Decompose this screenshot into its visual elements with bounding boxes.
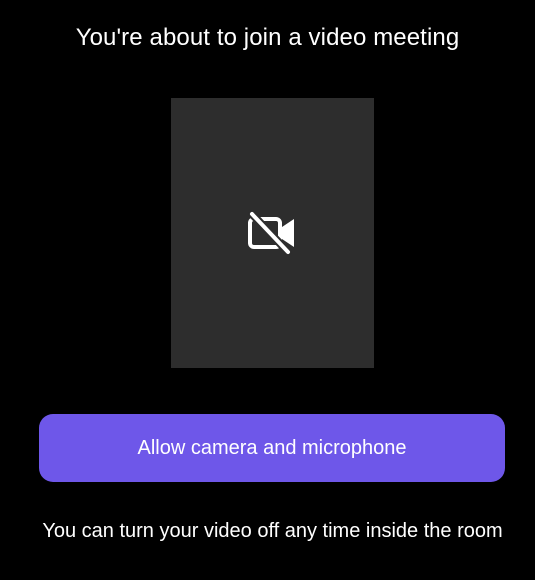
video-off-hint: You can turn your video off any time ins… (42, 520, 503, 542)
page-title: You're about to join a video meeting (75, 24, 460, 51)
allow-camera-microphone-button[interactable]: Allow camera and microphone (39, 414, 505, 482)
video-preview (171, 98, 374, 368)
camera-off-icon (246, 210, 300, 256)
